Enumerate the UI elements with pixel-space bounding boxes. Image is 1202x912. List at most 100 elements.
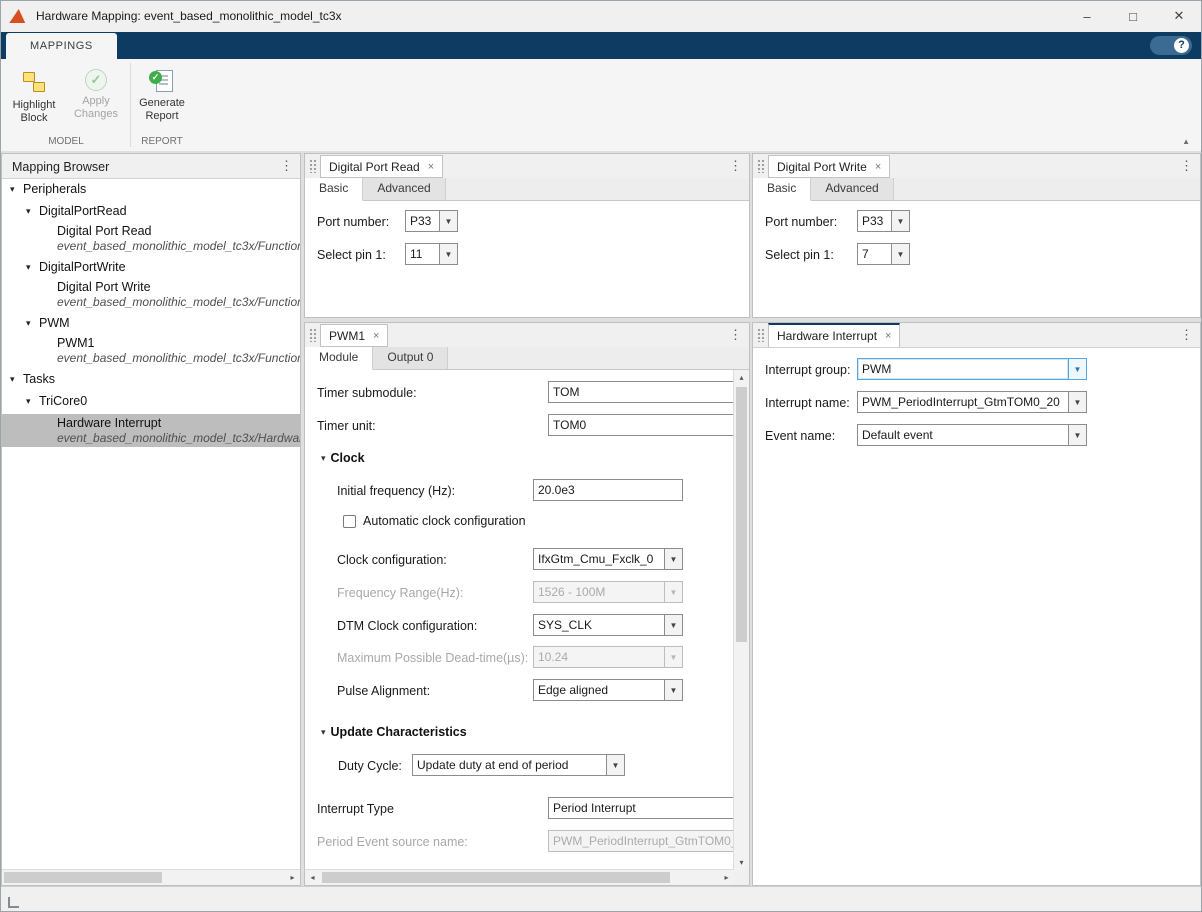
panel-menu-icon[interactable]: ⋮ xyxy=(729,327,742,343)
dropdown-arrow-icon[interactable]: ▼ xyxy=(892,243,910,265)
dropdown-value[interactable]: Update duty at end of period xyxy=(412,754,607,776)
tree-item-digital-port-read[interactable]: Digital Port Read event_based_monolithic… xyxy=(2,224,300,253)
tab-mappings[interactable]: MAPPINGS xyxy=(6,33,117,59)
initial-frequency-field[interactable]: 20.0e3 xyxy=(533,479,683,501)
event-name-dropdown[interactable]: Default event ▼ xyxy=(857,424,1087,446)
dropdown-value[interactable]: 11 xyxy=(405,243,440,265)
help-button[interactable]: ? xyxy=(1150,36,1192,55)
panel-grip[interactable] xyxy=(757,159,764,173)
dropdown-value[interactable]: PWM xyxy=(857,358,1069,380)
tab-advanced[interactable]: Advanced xyxy=(811,178,893,201)
collapse-ribbon-icon[interactable]: ▲ xyxy=(1182,137,1190,146)
collapse-triangle-icon[interactable]: ▾ xyxy=(10,374,23,385)
interrupt-name-dropdown[interactable]: PWM_PeriodInterrupt_GtmTOM0_20 ▼ xyxy=(857,391,1087,413)
tree-item-pwm[interactable]: ▾ PWM xyxy=(2,316,300,330)
tab-basic[interactable]: Basic xyxy=(753,178,811,201)
close-button[interactable]: ✕ xyxy=(1156,0,1202,32)
scroll-right-icon[interactable]: ▸ xyxy=(719,870,734,885)
close-tab-icon[interactable]: × xyxy=(885,330,891,342)
port-number-dropdown[interactable]: P33 ▼ xyxy=(405,210,458,232)
tree-item-peripherals[interactable]: ▾ Peripherals xyxy=(2,182,300,196)
scroll-right-icon[interactable]: ▸ xyxy=(285,870,300,885)
close-tab-icon[interactable]: × xyxy=(373,330,379,342)
dropdown-value[interactable]: SYS_CLK xyxy=(533,614,665,636)
dropdown-value[interactable]: 7 xyxy=(857,243,892,265)
generate-report-button[interactable]: Generate Report xyxy=(134,63,190,129)
dropdown-arrow-icon[interactable]: ▼ xyxy=(607,754,625,776)
collapse-triangle-icon[interactable]: ▾ xyxy=(26,206,39,217)
scroll-up-icon[interactable]: ▴ xyxy=(734,370,749,385)
dropdown-arrow-icon[interactable]: ▼ xyxy=(1069,424,1087,446)
scrollbar-thumb[interactable] xyxy=(4,872,162,883)
dropdown-value[interactable]: PWM_PeriodInterrupt_GtmTOM0_20 xyxy=(857,391,1069,413)
dropdown-arrow-icon[interactable]: ▼ xyxy=(665,679,683,701)
collapse-triangle-icon[interactable]: ▾ xyxy=(26,262,39,273)
dropdown-value[interactable]: Edge aligned xyxy=(533,679,665,701)
duty-cycle-dropdown[interactable]: Update duty at end of period ▼ xyxy=(412,754,625,776)
pulse-alignment-dropdown[interactable]: Edge aligned ▼ xyxy=(533,679,683,701)
maximize-button[interactable]: □ xyxy=(1110,0,1156,32)
tab-basic[interactable]: Basic xyxy=(305,178,363,201)
dropdown-value[interactable]: P33 xyxy=(405,210,440,232)
collapse-triangle-icon[interactable]: ▾ xyxy=(26,318,39,329)
update-characteristics-section-header[interactable]: ▾ Update Characteristics xyxy=(321,725,467,739)
auto-clock-checkbox[interactable] xyxy=(343,515,356,528)
panel-menu-icon[interactable]: ⋮ xyxy=(1180,327,1193,343)
dtm-clock-config-dropdown[interactable]: SYS_CLK ▼ xyxy=(533,614,683,636)
panel-menu-icon[interactable]: ⋮ xyxy=(729,158,742,174)
interrupt-group-dropdown[interactable]: PWM ▼ xyxy=(857,358,1087,380)
panel-grip[interactable] xyxy=(757,328,764,342)
dropdown-arrow-icon[interactable]: ▼ xyxy=(665,614,683,636)
dropdown-value[interactable]: P33 xyxy=(857,210,892,232)
scroll-down-icon[interactable]: ▾ xyxy=(734,855,749,870)
horizontal-scrollbar[interactable]: ◂ ▸ xyxy=(305,869,734,885)
tab-digital-port-write[interactable]: Digital Port Write × xyxy=(768,155,890,178)
port-number-dropdown[interactable]: P33 ▼ xyxy=(857,210,910,232)
tab-pwm1[interactable]: PWM1 × xyxy=(320,324,388,347)
clock-config-dropdown[interactable]: IfxGtm_Cmu_Fxclk_0 ▼ xyxy=(533,548,683,570)
dropdown-arrow-icon[interactable]: ▼ xyxy=(440,210,458,232)
close-tab-icon[interactable]: × xyxy=(875,161,881,173)
auto-clock-label: Automatic clock configuration xyxy=(363,514,526,528)
mapping-browser-menu-icon[interactable]: ⋮ xyxy=(280,158,293,174)
dock-corner-icon[interactable] xyxy=(8,897,19,908)
clock-section-header[interactable]: ▾ Clock xyxy=(321,451,365,465)
dropdown-value[interactable]: Default event xyxy=(857,424,1069,446)
vertical-scrollbar[interactable]: ▴ ▾ xyxy=(733,370,749,870)
interrupt-type-field[interactable]: Period Interrupt xyxy=(548,797,735,819)
horizontal-scrollbar[interactable]: ▸ xyxy=(2,869,300,885)
tree-item-digital-port-write[interactable]: Digital Port Write event_based_monolithi… xyxy=(2,280,300,309)
scroll-left-icon[interactable]: ◂ xyxy=(305,870,320,885)
tree-item-pwm1[interactable]: PWM1 event_based_monolithic_model_tc3x/F… xyxy=(2,336,300,365)
tree-item-hardware-interrupt[interactable]: Hardware Interrupt event_based_monolithi… xyxy=(2,414,300,447)
tree-item-tricore0[interactable]: ▾ TriCore0 xyxy=(2,394,300,408)
tree-item-tasks[interactable]: ▾ Tasks xyxy=(2,372,300,386)
dropdown-arrow-icon[interactable]: ▼ xyxy=(440,243,458,265)
select-pin-dropdown[interactable]: 7 ▼ xyxy=(857,243,910,265)
tab-module[interactable]: Module xyxy=(305,347,373,370)
minimize-button[interactable]: – xyxy=(1064,0,1110,32)
collapse-triangle-icon[interactable]: ▾ xyxy=(10,184,23,195)
panel-menu-icon[interactable]: ⋮ xyxy=(1180,158,1193,174)
highlight-block-button[interactable]: Highlight Block xyxy=(6,63,62,129)
tab-digital-port-read[interactable]: Digital Port Read × xyxy=(320,155,443,178)
dropdown-arrow-icon[interactable]: ▼ xyxy=(1069,391,1087,413)
tab-hardware-interrupt[interactable]: Hardware Interrupt × xyxy=(768,323,900,347)
dropdown-arrow-icon[interactable]: ▼ xyxy=(892,210,910,232)
dropdown-arrow-icon[interactable]: ▼ xyxy=(665,548,683,570)
scrollbar-thumb[interactable] xyxy=(736,387,747,642)
tab-output-0[interactable]: Output 0 xyxy=(373,347,448,370)
timer-submodule-field[interactable]: TOM xyxy=(548,381,735,403)
dropdown-arrow-icon[interactable]: ▼ xyxy=(1069,358,1087,380)
select-pin-dropdown[interactable]: 11 ▼ xyxy=(405,243,458,265)
panel-grip[interactable] xyxy=(309,328,316,342)
tree-item-digitalportwrite[interactable]: ▾ DigitalPortWrite xyxy=(2,260,300,274)
collapse-triangle-icon[interactable]: ▾ xyxy=(26,396,39,407)
dropdown-value[interactable]: IfxGtm_Cmu_Fxclk_0 xyxy=(533,548,665,570)
panel-grip[interactable] xyxy=(309,159,316,173)
tree-item-digitalportread[interactable]: ▾ DigitalPortRead xyxy=(2,204,300,218)
scrollbar-thumb[interactable] xyxy=(322,872,670,883)
close-tab-icon[interactable]: × xyxy=(428,161,434,173)
tab-advanced[interactable]: Advanced xyxy=(363,178,445,201)
timer-unit-field[interactable]: TOM0 xyxy=(548,414,735,436)
